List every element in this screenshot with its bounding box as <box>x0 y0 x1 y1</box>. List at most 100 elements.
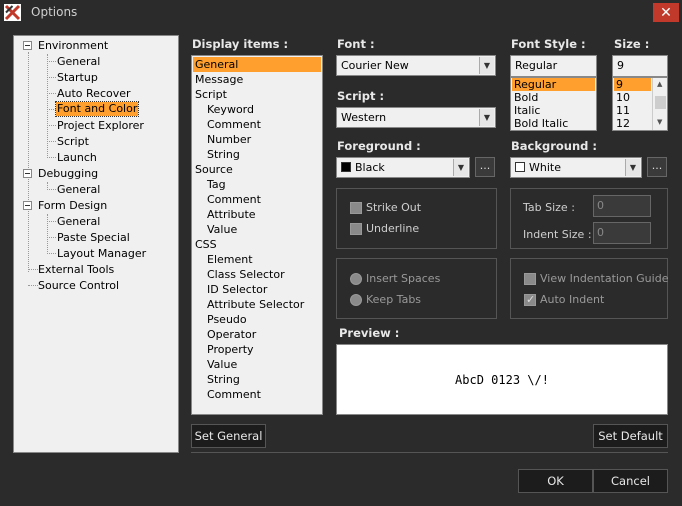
list-item[interactable]: Comment <box>193 117 321 132</box>
insert-spaces-radio[interactable] <box>350 273 362 285</box>
script-select[interactable]: Western ▼ <box>336 107 496 128</box>
tree-item-debugging-general[interactable]: General <box>57 183 100 197</box>
strike-out-label: Strike Out <box>366 201 422 214</box>
list-item[interactable]: 10 <box>614 91 651 104</box>
chevron-down-icon[interactable]: ▼ <box>479 109 494 126</box>
cancel-button[interactable]: Cancel <box>593 469 668 493</box>
list-item[interactable]: Comment <box>193 387 321 402</box>
preview-box: AbcD 0123 \/! <box>336 344 668 415</box>
size-value: 9 <box>617 59 624 72</box>
chevron-down-icon[interactable]: ▼ <box>453 159 468 176</box>
indent-size-label: Indent Size : <box>523 228 592 241</box>
foreground-picker-button[interactable]: ... <box>475 157 495 177</box>
tree-item-source-control[interactable]: Source Control <box>38 279 119 293</box>
font-style-label: Font Style : <box>511 37 586 51</box>
tree-item-auto-recover[interactable]: Auto Recover <box>57 87 131 101</box>
tree-item-environment-general[interactable]: General <box>57 55 100 69</box>
set-general-button[interactable]: Set General <box>191 424 266 448</box>
tree-item-startup[interactable]: Startup <box>57 71 98 85</box>
set-default-button[interactable]: Set Default <box>593 424 668 448</box>
close-icon: ✕ <box>660 4 672 21</box>
background-color-swatch <box>515 162 525 172</box>
guides-group <box>510 258 668 319</box>
list-item[interactable]: Pseudo <box>193 312 321 327</box>
divider <box>191 452 668 453</box>
scroll-down-icon[interactable]: ▼ <box>657 118 662 126</box>
background-select[interactable]: White ▼ <box>510 157 642 178</box>
chevron-down-icon[interactable]: ▼ <box>479 57 494 74</box>
font-select[interactable]: Courier New ▼ <box>336 55 496 76</box>
ok-button[interactable]: OK <box>518 469 593 493</box>
list-item[interactable]: Bold Italic <box>512 117 595 130</box>
list-item[interactable]: CSS <box>193 237 321 252</box>
strike-out-checkbox[interactable] <box>350 202 362 214</box>
tree-item-paste-special[interactable]: Paste Special <box>57 231 130 245</box>
view-indentation-guide-checkbox[interactable] <box>524 273 536 285</box>
font-style-input[interactable]: Regular <box>510 55 597 77</box>
tree-item-form-design-general[interactable]: General <box>57 215 100 229</box>
tree-item-font-and-color[interactable]: Font and Color <box>54 101 140 117</box>
scroll-thumb[interactable] <box>655 96 666 109</box>
preview-text: AbcD 0123 \/! <box>455 372 549 387</box>
tree-item-layout-manager[interactable]: Layout Manager <box>57 247 146 261</box>
list-item[interactable]: Script <box>193 87 321 102</box>
close-button[interactable]: ✕ <box>653 3 679 22</box>
list-item[interactable]: Regular <box>512 78 595 91</box>
tree-item-script[interactable]: Script <box>57 135 89 149</box>
auto-indent-label: Auto Indent <box>540 293 605 306</box>
collapse-icon[interactable] <box>23 201 32 210</box>
font-style-value: Regular <box>515 59 558 72</box>
options-tree[interactable]: Environment General Startup Auto Recover… <box>13 35 179 453</box>
collapse-icon[interactable] <box>23 41 32 50</box>
list-item[interactable]: Attribute Selector <box>193 297 321 312</box>
size-scrollbar[interactable]: ▲ ▼ <box>652 78 667 130</box>
tree-item-debugging[interactable]: Debugging <box>38 167 98 181</box>
keep-tabs-radio[interactable] <box>350 294 362 306</box>
font-select-value: Courier New <box>341 59 409 72</box>
tree-item-form-design[interactable]: Form Design <box>38 199 107 213</box>
display-items-list[interactable]: General Message Script Keyword Comment N… <box>191 55 323 415</box>
size-list[interactable]: 9 10 11 12 ▲ ▼ <box>612 77 668 131</box>
list-item[interactable]: Element <box>193 252 321 267</box>
list-item[interactable]: 12 <box>614 117 651 130</box>
tree-item-external-tools[interactable]: External Tools <box>38 263 114 277</box>
tree-item-launch[interactable]: Launch <box>57 151 97 165</box>
list-item[interactable]: Tag <box>193 177 321 192</box>
list-item[interactable]: 11 <box>614 104 651 117</box>
view-indentation-guide-label: View Indentation Guide <box>540 272 669 285</box>
underline-checkbox[interactable] <box>350 223 362 235</box>
foreground-label: Foreground : <box>337 139 421 153</box>
list-item[interactable]: Value <box>193 357 321 372</box>
collapse-icon[interactable] <box>23 169 32 178</box>
list-item[interactable]: Value <box>193 222 321 237</box>
list-item[interactable]: ID Selector <box>193 282 321 297</box>
foreground-select[interactable]: Black ▼ <box>336 157 470 178</box>
list-item[interactable]: String <box>193 147 321 162</box>
font-style-list[interactable]: Regular Bold Italic Bold Italic <box>510 77 597 131</box>
size-input[interactable]: 9 <box>612 55 668 77</box>
background-picker-button[interactable]: ... <box>647 157 667 177</box>
auto-indent-checkbox[interactable] <box>524 293 536 306</box>
list-item[interactable]: Message <box>193 72 321 87</box>
list-item[interactable]: Source <box>193 162 321 177</box>
tree-item-project-explorer[interactable]: Project Explorer <box>57 119 144 133</box>
list-item[interactable]: Bold <box>512 91 595 104</box>
preview-label: Preview : <box>339 326 400 340</box>
script-select-value: Western <box>341 111 387 124</box>
chevron-down-icon[interactable]: ▼ <box>625 159 640 176</box>
tree-item-environment[interactable]: Environment <box>38 39 108 53</box>
scroll-up-icon[interactable]: ▲ <box>657 80 662 88</box>
indent-size-input[interactable]: 0 <box>593 222 651 244</box>
list-item[interactable]: Italic <box>512 104 595 117</box>
tab-size-input[interactable]: 0 <box>593 195 651 217</box>
list-item[interactable]: Property <box>193 342 321 357</box>
list-item[interactable]: Attribute <box>193 207 321 222</box>
list-item[interactable]: 9 <box>614 78 651 91</box>
list-item[interactable]: Operator <box>193 327 321 342</box>
list-item[interactable]: General <box>193 57 321 72</box>
list-item[interactable]: Keyword <box>193 102 321 117</box>
list-item[interactable]: String <box>193 372 321 387</box>
list-item[interactable]: Class Selector <box>193 267 321 282</box>
list-item[interactable]: Comment <box>193 192 321 207</box>
list-item[interactable]: Number <box>193 132 321 147</box>
